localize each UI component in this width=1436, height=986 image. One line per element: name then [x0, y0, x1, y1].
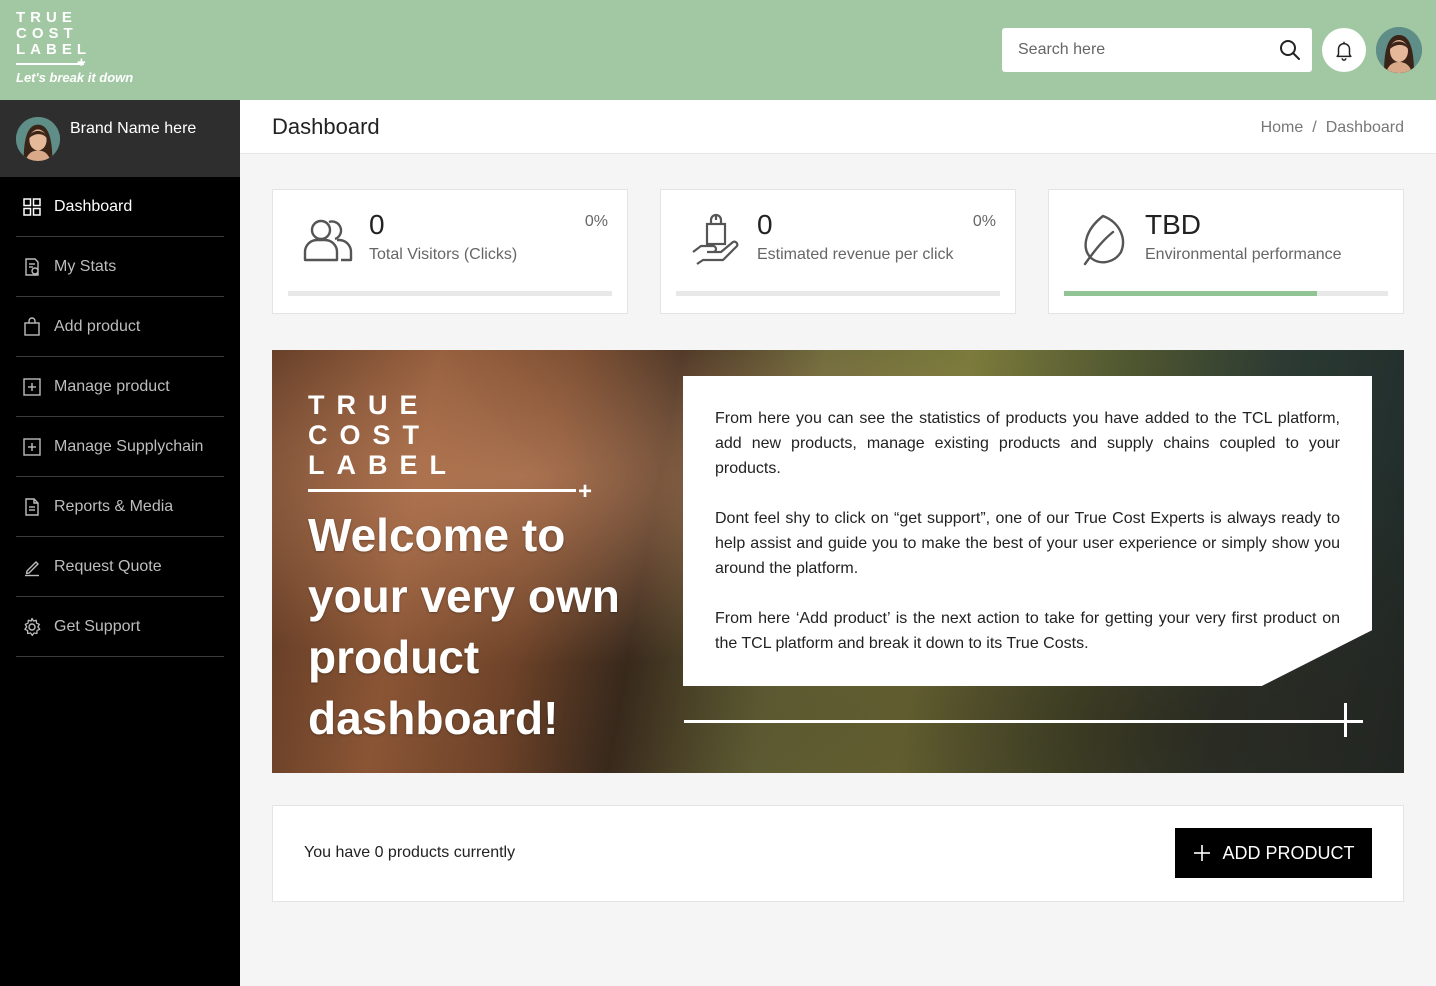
- page-title: Dashboard: [272, 114, 380, 139]
- main-content: Dashboard Home / Dashboard 0 Total Visitor…: [240, 100, 1436, 986]
- banner-logo-underline: [308, 489, 576, 492]
- sidebar-item-request-quote[interactable]: Request Quote: [16, 537, 224, 597]
- add-product-button[interactable]: ADD PRODUCT: [1175, 828, 1372, 878]
- add-product-label: ADD PRODUCT: [1222, 842, 1355, 863]
- sidebar: Brand Name here Dashboard My Stats Add p…: [0, 100, 240, 986]
- sidebar-item-my-stats[interactable]: My Stats: [16, 237, 224, 297]
- banner-info-card: From here you can see the statistics of …: [683, 376, 1372, 686]
- sidebar-item-label: Dashboard: [54, 197, 133, 215]
- top-bar: TRUE COST LABEL + Let's break it down: [0, 0, 1436, 100]
- shopping-bag-icon: [24, 316, 40, 336]
- brand-profile[interactable]: Brand Name here: [0, 100, 240, 177]
- product-count-text: You have 0 products currently: [304, 844, 516, 861]
- banner-paragraph: From here ‘Add product’ is the next acti…: [715, 610, 1340, 652]
- bell-icon: [1336, 41, 1352, 61]
- sidebar-item-manage-product[interactable]: Manage product: [16, 357, 224, 417]
- products-panel: You have 0 products currently ADD PRODUC…: [272, 805, 1404, 902]
- leaf-icon: [1083, 214, 1125, 266]
- grid-icon: [23, 197, 41, 216]
- logo-plus-icon: +: [77, 54, 86, 71]
- stat-value: TBD: [1145, 209, 1201, 240]
- breadcrumb-home-link[interactable]: Home: [1261, 119, 1304, 136]
- avatar-portrait-icon: [1376, 27, 1422, 73]
- sidebar-item-label: Get Support: [54, 617, 141, 635]
- sidebar-item-label: Reports & Media: [54, 497, 174, 515]
- stat-value: 0: [757, 209, 773, 240]
- banner-plus-icon: +: [578, 478, 593, 505]
- gear-icon: [24, 617, 41, 636]
- stat-percent: 0%: [972, 213, 996, 230]
- sidebar-item-dashboard[interactable]: Dashboard: [16, 177, 224, 237]
- sidebar-item-label: Manage Supplychain: [54, 437, 204, 455]
- avatar-portrait-icon: [16, 117, 60, 161]
- stat-percent: 0%: [584, 213, 608, 230]
- banner-logo-word: TRUE: [308, 390, 430, 420]
- page-header: Dashboard Home / Dashboard: [240, 100, 1436, 154]
- stat-label: Environmental performance: [1145, 246, 1342, 263]
- breadcrumb: Home / Dashboard: [1261, 119, 1404, 137]
- logo-word: COST: [16, 25, 78, 42]
- breadcrumb-separator: /: [1312, 119, 1317, 136]
- sidebar-item-get-support[interactable]: Get Support: [16, 597, 224, 657]
- banner-logo-word: LABEL: [308, 450, 458, 480]
- sidebar-item-label: Request Quote: [54, 557, 162, 575]
- plus-icon: [1194, 845, 1211, 861]
- stat-progress-bar: [1064, 291, 1388, 296]
- stat-progress-bar: [676, 291, 1000, 296]
- banner-logo: TRUE COST LABEL: [308, 390, 458, 480]
- brand-name: Brand Name here: [70, 120, 197, 137]
- banner-logo-word: COST: [308, 420, 432, 450]
- banner-plus-icon: [1329, 720, 1363, 723]
- progress-fill: [1064, 291, 1317, 296]
- stat-card-environmental: TBD Environmental performance: [1048, 189, 1404, 314]
- sidebar-nav: Dashboard My Stats Add product Manage pr…: [16, 177, 224, 657]
- plus-square-icon: [23, 437, 41, 456]
- sidebar-item-label: My Stats: [54, 257, 117, 275]
- pen-icon: [25, 560, 39, 576]
- logo-word: TRUE: [16, 9, 77, 26]
- search-icon[interactable]: [1278, 38, 1302, 62]
- stat-label: Total Visitors (Clicks): [369, 246, 518, 263]
- stats-document-icon: [25, 257, 39, 276]
- sidebar-item-label: Add product: [54, 317, 141, 335]
- welcome-banner: TRUE COST LABEL + Welcome to your very o…: [272, 350, 1404, 773]
- stat-progress-bar: [288, 291, 612, 296]
- notification-button[interactable]: [1322, 28, 1366, 72]
- brand-avatar: [16, 117, 60, 161]
- breadcrumb-current: Dashboard: [1325, 119, 1404, 136]
- sidebar-item-manage-supplychain[interactable]: Manage Supplychain: [16, 417, 224, 477]
- document-icon: [25, 497, 39, 516]
- sidebar-item-reports-media[interactable]: Reports & Media: [16, 477, 224, 537]
- user-avatar[interactable]: [1376, 27, 1422, 73]
- banner-divider-line: [684, 720, 1352, 723]
- logo-word: LABEL: [16, 41, 91, 58]
- logo[interactable]: TRUE COST LABEL + Let's break it down: [16, 9, 156, 85]
- search-box: [1002, 28, 1312, 72]
- logo-tagline: Let's break it down: [16, 70, 134, 85]
- plus-square-icon: [23, 377, 41, 396]
- stat-card-visitors: 0 Total Visitors (Clicks) 0%: [272, 189, 628, 314]
- banner-welcome-heading: Welcome to your very own product dashboa…: [308, 509, 620, 744]
- hand-bag-icon: [692, 213, 739, 265]
- search-input[interactable]: [1002, 28, 1262, 72]
- stat-value: 0: [369, 209, 385, 240]
- stat-label: Estimated revenue per click: [757, 246, 954, 263]
- sidebar-item-add-product[interactable]: Add product: [16, 297, 224, 357]
- users-icon: [303, 219, 353, 262]
- logo-underline: [16, 63, 84, 65]
- banner-paragraph: Dont feel shy to click on “get support”,…: [715, 510, 1340, 577]
- banner-paragraph: From here you can see the statistics of …: [715, 410, 1340, 477]
- sidebar-item-label: Manage product: [54, 377, 170, 395]
- stat-card-revenue: 0 Estimated revenue per click 0%: [660, 189, 1016, 314]
